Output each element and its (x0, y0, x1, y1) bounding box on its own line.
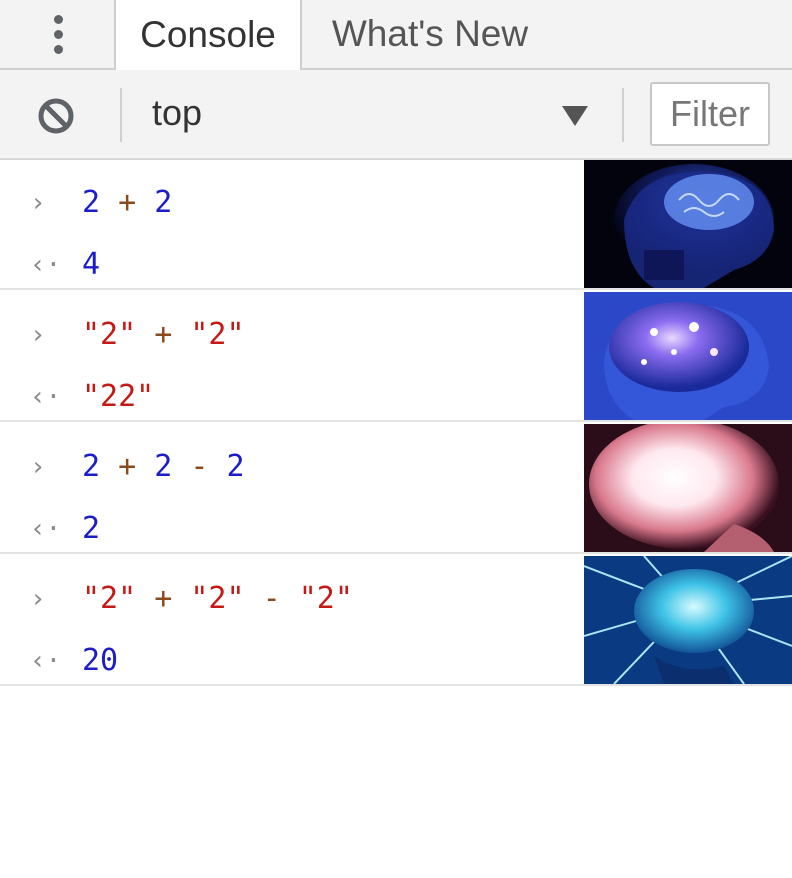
input-line: › "2" + "2" - "2" (0, 568, 584, 630)
more-menu-icon[interactable] (36, 0, 80, 68)
output-prompt-icon: ‹· (30, 382, 62, 412)
input-prompt-icon: › (30, 584, 46, 614)
tab-console-label: Console (140, 14, 276, 55)
cosmic-brain-image (584, 556, 792, 684)
clear-console-icon[interactable] (36, 96, 76, 136)
tab-console[interactable]: Console (114, 0, 302, 70)
output-line: ‹· "22" (0, 366, 584, 428)
radiant-brain-image (584, 424, 792, 552)
toolbar-divider (622, 88, 624, 142)
input-prompt-icon: › (30, 188, 46, 218)
tab-whats-new-label: What's New (331, 13, 529, 54)
output-line: ‹· 4 (0, 234, 584, 296)
input-line: › 2 + 2 - 2 (0, 436, 584, 498)
output-prompt-icon: ‹· (30, 514, 62, 544)
output-value: "22" (82, 379, 155, 414)
output-line: ‹· 2 (0, 498, 584, 560)
console-entry: › "2" + "2" ‹· "22" (0, 292, 792, 422)
filter-input[interactable]: Filter (650, 82, 770, 146)
console-log: › 2 + 2 ‹· 4 › "2" + "2" ‹· "22" › 2 + 2… (0, 160, 792, 688)
context-dropdown-arrow-icon[interactable] (562, 106, 588, 126)
toolbar-divider (120, 88, 122, 142)
input-prompt-icon: › (30, 452, 46, 482)
output-value: 4 (82, 247, 101, 282)
input-code[interactable]: 2 + 2 (82, 172, 172, 234)
output-prompt-icon: ‹· (30, 250, 62, 280)
output-value: 20 (82, 643, 119, 678)
input-line: › "2" + "2" (0, 304, 584, 366)
output-prompt-icon: ‹· (30, 646, 62, 676)
output-value: 2 (82, 511, 101, 546)
input-prompt-icon: › (30, 320, 46, 350)
dark-blue-brain-image (584, 160, 792, 288)
console-toolbar: top Filter (0, 70, 792, 160)
console-entry: › 2 + 2 ‹· 4 (0, 160, 792, 290)
input-code[interactable]: "2" + "2" (82, 304, 245, 366)
glowing-blue-brain-image (584, 292, 792, 420)
input-line: › 2 + 2 (0, 172, 584, 234)
console-entry: › 2 + 2 - 2 ‹· 2 (0, 424, 792, 554)
input-code[interactable]: "2" + "2" - "2" (82, 568, 353, 630)
output-line: ‹· 20 (0, 630, 584, 692)
tab-bar: Console What's New (0, 0, 792, 70)
input-code[interactable]: 2 + 2 - 2 (82, 436, 245, 498)
tab-whats-new[interactable]: What's New (302, 0, 558, 68)
context-selector[interactable]: top (152, 92, 202, 134)
console-entry: › "2" + "2" - "2" ‹· 20 (0, 556, 792, 686)
